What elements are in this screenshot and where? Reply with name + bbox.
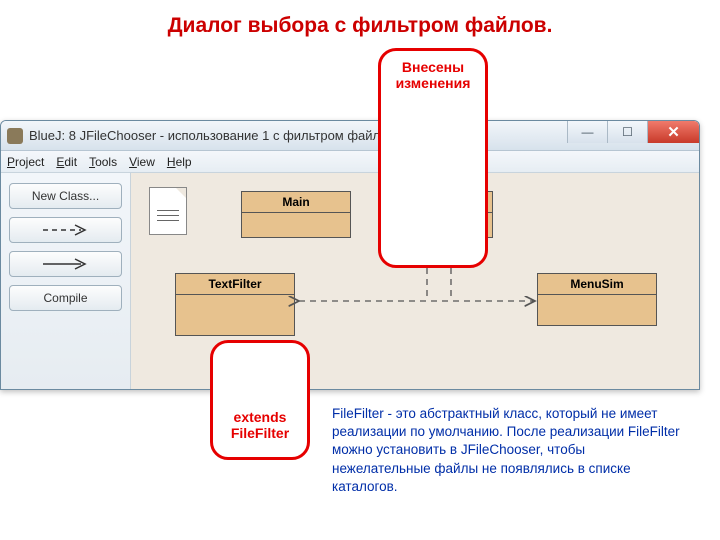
titlebar[interactable]: BlueJ: 8 JFileChooser - использование 1 … xyxy=(1,121,699,151)
window-title-text: BlueJ: 8 JFileChooser - использование 1 … xyxy=(29,128,394,143)
bluej-app-icon xyxy=(7,128,23,144)
class-textfilter[interactable]: TextFilter xyxy=(175,273,295,336)
readme-icon[interactable] xyxy=(149,187,187,235)
class-main[interactable]: Main xyxy=(241,191,351,238)
solid-arrow-icon xyxy=(41,258,91,270)
solid-arrow-button[interactable] xyxy=(9,251,122,277)
callout-extends-label: extends FileFilter xyxy=(223,409,297,441)
class-menusim[interactable]: MenuSim xyxy=(537,273,657,326)
compile-button[interactable]: Compile xyxy=(9,285,122,311)
class-menusim-name: MenuSim xyxy=(538,274,656,295)
class-main-name: Main xyxy=(242,192,350,213)
callout-changes: Внесены изменения xyxy=(378,48,488,268)
menu-tools[interactable]: Tools xyxy=(89,155,117,169)
new-class-button[interactable]: New Class... xyxy=(9,183,122,209)
callout-extends: extends FileFilter xyxy=(210,340,310,460)
menu-help[interactable]: Help xyxy=(167,155,192,169)
callout-changes-label: Внесены изменения xyxy=(391,59,475,91)
class-textfilter-name: TextFilter xyxy=(176,274,294,295)
menu-view[interactable]: View xyxy=(129,155,155,169)
minimize-button[interactable]: — xyxy=(567,121,607,143)
workspace: New Class... Compile Main MyFrame TextFi… xyxy=(1,173,699,389)
sidebar: New Class... Compile xyxy=(1,173,131,389)
description-text: FileFilter - это абстрактный класс, кото… xyxy=(332,405,682,496)
maximize-button[interactable]: ☐ xyxy=(607,121,647,143)
close-button[interactable]: ✕ xyxy=(647,121,699,143)
window-controls: — ☐ ✕ xyxy=(567,121,699,143)
menu-edit[interactable]: Edit xyxy=(56,155,77,169)
bluej-window: BlueJ: 8 JFileChooser - использование 1 … xyxy=(0,120,700,390)
slide-title: Диалог выбора с фильтром файлов. xyxy=(0,0,720,44)
dashed-arrow-button[interactable] xyxy=(9,217,122,243)
dashed-arrow-icon xyxy=(41,224,91,236)
menubar: Project Edit Tools View Help xyxy=(1,151,699,173)
menu-project[interactable]: Project xyxy=(7,155,44,169)
